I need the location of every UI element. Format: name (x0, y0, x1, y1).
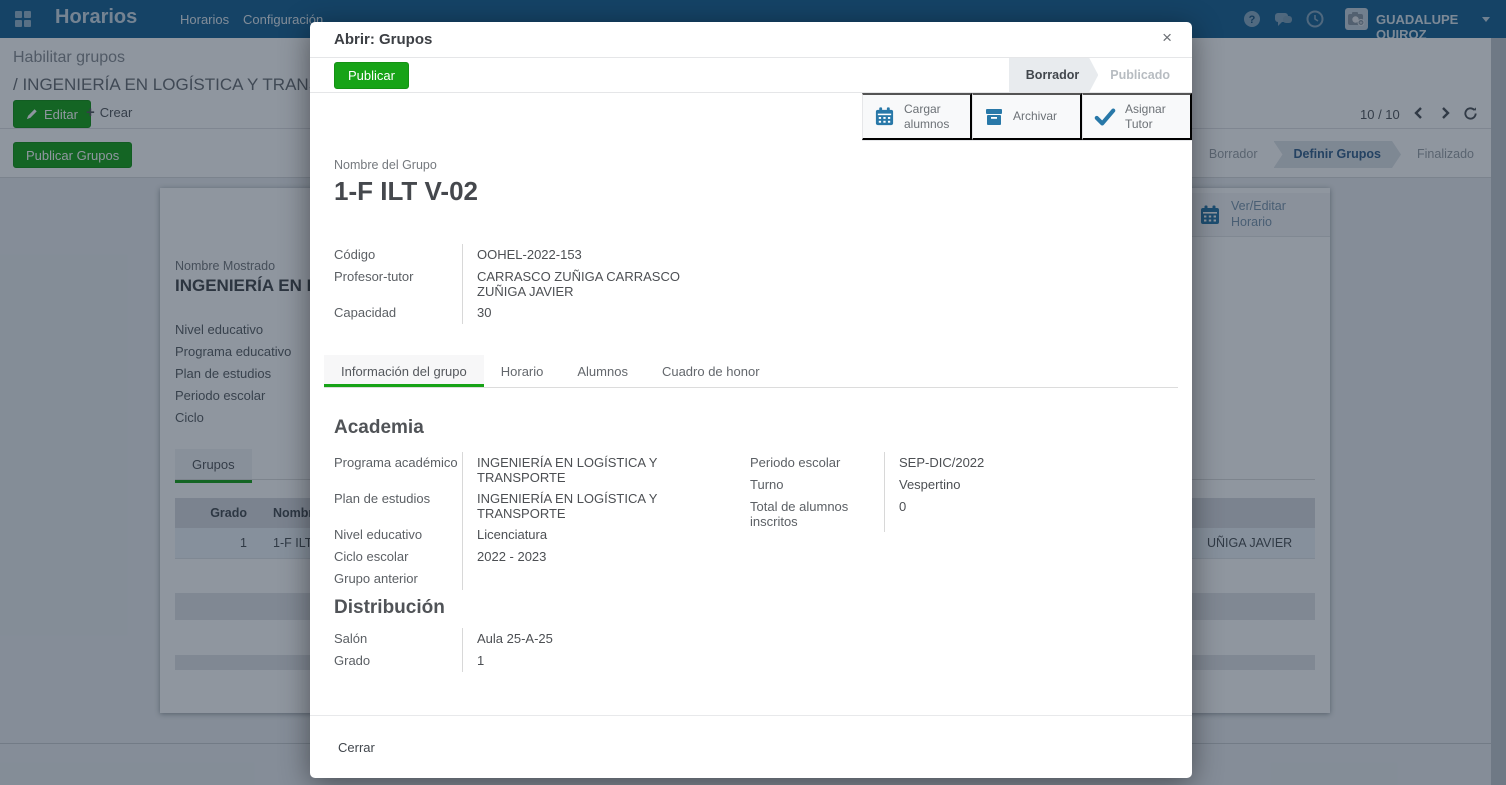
tab-horario[interactable]: Horario (484, 355, 561, 387)
field-label-capacidad: Capacidad (334, 302, 462, 324)
cerrar-button[interactable]: Cerrar (334, 734, 379, 761)
dialog-header: Abrir: Grupos × (310, 22, 1192, 58)
archivar-button[interactable]: Archivar (972, 93, 1082, 140)
field-label-total-alumnos: Total de alumnos inscritos (750, 496, 884, 532)
pipeline-borrador[interactable]: Borrador (1009, 58, 1098, 92)
field-value-ciclo-escolar: 2022 - 2023 (462, 546, 744, 568)
close-icon[interactable]: × (1162, 29, 1172, 46)
field-value-profesor-tutor[interactable]: CARRASCO ZUÑIGA CARRASCO ZUÑIGA JAVIER (462, 266, 714, 302)
field-value-periodo-escolar: SEP-DIC/2022 (884, 452, 1054, 474)
notebook-tabs: Información del grupo Horario Alumnos Cu… (324, 355, 1178, 388)
field-value-grado: 1 (462, 650, 744, 672)
calendar-icon (874, 106, 895, 127)
field-label-turno: Turno (750, 474, 884, 496)
section-title-distribucion: Distribución (334, 597, 445, 619)
cargar-alumnos-button[interactable]: Cargaralumnos (862, 93, 972, 140)
field-label-salon: Salón (334, 628, 462, 650)
field-value-grupo-anterior (462, 568, 744, 590)
record-pipeline: Borrador Publicado (1009, 58, 1192, 92)
field-label-periodo-escolar: Periodo escolar (750, 452, 884, 474)
field-value-programa-academico: INGENIERÍA EN LOGÍSTICA Y TRANSPORTE (462, 452, 744, 488)
field-value-plan-de-estudios: INGENIERÍA EN LOGÍSTICA Y TRANSPORTE (462, 488, 744, 524)
distribucion-fields: Salón Aula 25-A-25 Grado 1 (334, 628, 744, 672)
field-value-capacidad: 30 (462, 302, 714, 324)
field-label-profesor-tutor: Profesor-tutor (334, 266, 462, 302)
pipeline-publicado[interactable]: Publicado (1098, 58, 1192, 92)
section-title-academia: Academia (334, 417, 424, 439)
button-box: Cargaralumnos Archivar AsignarTutor (862, 93, 1192, 141)
academia-right-fields: Periodo escolar SEP-DIC/2022 Turno Vespe… (750, 452, 1054, 532)
dialog-statusbar: Publicar Borrador Publicado (310, 58, 1192, 93)
check-icon (1094, 107, 1116, 127)
field-label-programa-academico: Programa académico (334, 452, 462, 488)
tab-cuadro-de-honor[interactable]: Cuadro de honor (645, 355, 777, 387)
tab-alumnos[interactable]: Alumnos (560, 355, 645, 387)
field-value-turno: Vespertino (884, 474, 1054, 496)
app-window: Horarios Horarios Configuración ? + GUAD… (0, 0, 1506, 785)
dialog-title: Abrir: Grupos (334, 31, 432, 48)
academia-left-fields: Programa académico INGENIERÍA EN LOGÍSTI… (334, 452, 744, 590)
field-value-salon: Aula 25-A-25 (462, 628, 744, 650)
header-fields: Código OOHEL-2022-153 Profesor-tutor CAR… (334, 244, 714, 324)
field-value-codigo: OOHEL-2022-153 (462, 244, 714, 266)
field-value-nivel-educativo: Licenciatura (462, 524, 744, 546)
field-label-ciclo-escolar: Ciclo escolar (334, 546, 462, 568)
group-name-value: 1-F ILT V-02 (334, 176, 478, 207)
asignar-tutor-button[interactable]: AsignarTutor (1082, 93, 1192, 140)
group-name-label: Nombre del Grupo (334, 158, 437, 172)
field-label-grado: Grado (334, 650, 462, 672)
field-label-plan-de-estudios: Plan de estudios (334, 488, 462, 524)
field-value-total-alumnos: 0 (884, 496, 1054, 532)
field-label-codigo: Código (334, 244, 462, 266)
tab-informacion-del-grupo[interactable]: Información del grupo (324, 355, 484, 387)
field-label-grupo-anterior: Grupo anterior (334, 568, 462, 590)
abrir-grupos-dialog: Abrir: Grupos × Publicar Borrador Public… (310, 22, 1192, 778)
archive-box-icon (984, 107, 1004, 127)
dialog-footer: Cerrar (310, 715, 1192, 778)
field-label-nivel-educativo: Nivel educativo (334, 524, 462, 546)
publish-button[interactable]: Publicar (334, 62, 409, 89)
